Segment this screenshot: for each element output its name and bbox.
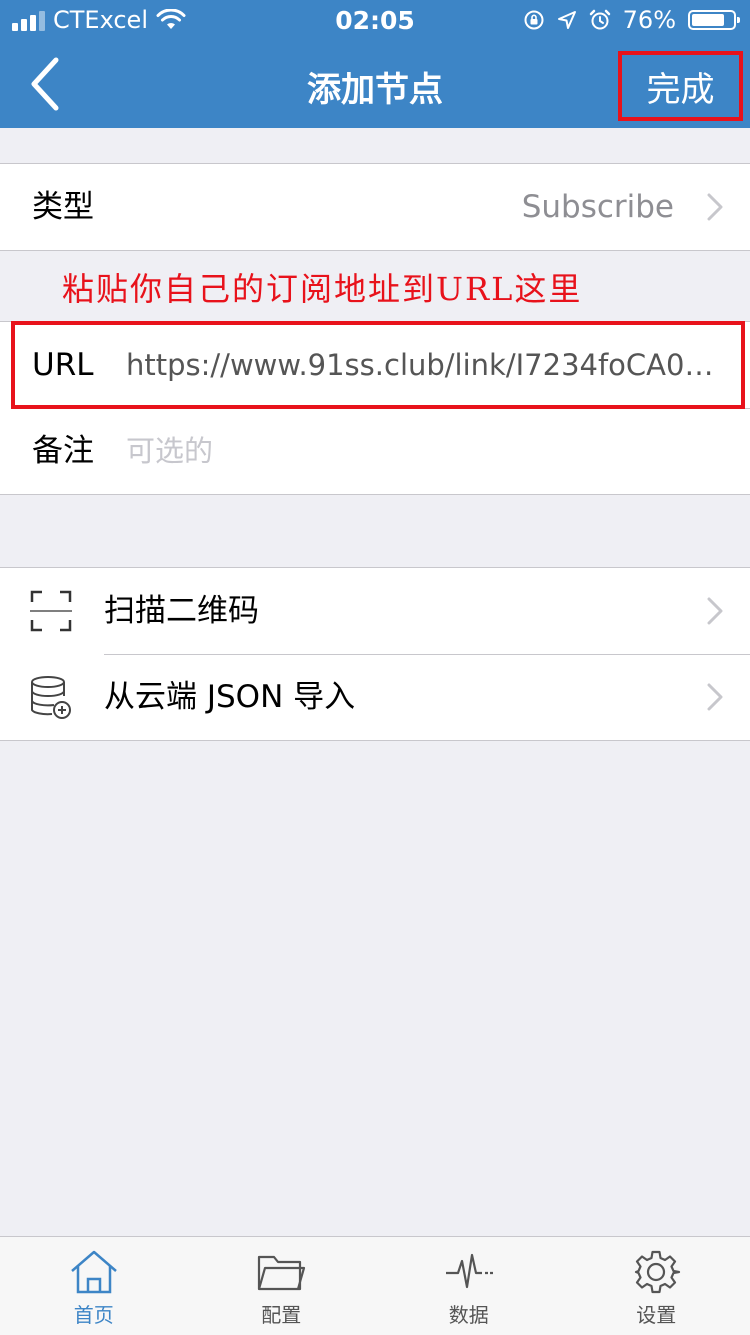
import-json-label: 从云端 JSON 导入 [104, 654, 355, 740]
url-row: URL https://www.91ss.club/link/I7234foCA… [0, 322, 750, 408]
alarm-icon [589, 9, 611, 31]
type-value: Subscribe [522, 164, 674, 250]
import-json-row[interactable]: 从云端 JSON 导入 [0, 654, 750, 740]
tab-data[interactable]: 数据 [375, 1237, 563, 1335]
actions-group: 扫描二维码 从云端 JSON 导入 [0, 567, 750, 741]
tab-settings-label: 设置 [563, 1299, 750, 1328]
note-label: 备注 [32, 408, 94, 494]
url-label: URL [32, 322, 94, 408]
instruction-annotation: 粘贴你自己的订阅地址到URL这里 [62, 264, 582, 310]
type-group: 类型 Subscribe [0, 163, 750, 251]
chevron-right-icon [706, 597, 724, 625]
home-icon [69, 1249, 119, 1295]
location-arrow-icon [557, 10, 577, 30]
url-input[interactable]: https://www.91ss.club/link/I7234foCA0… [126, 322, 716, 408]
tab-home[interactable]: 首页 [0, 1237, 188, 1335]
battery-icon [688, 10, 736, 30]
scan-qr-row[interactable]: 扫描二维码 [0, 568, 750, 654]
status-bar: CTExcel 02:05 76% [0, 0, 750, 40]
tab-home-label: 首页 [0, 1299, 188, 1328]
nav-bar: 添加节点 完成 [0, 40, 750, 128]
scan-qr-label: 扫描二维码 [104, 568, 259, 654]
tab-config-label: 配置 [188, 1299, 376, 1328]
done-button-label: 完成 [647, 62, 715, 111]
note-input[interactable]: 可选的 [126, 408, 716, 494]
rotation-lock-icon [523, 9, 545, 31]
chevron-right-icon [706, 683, 724, 711]
tab-settings[interactable]: 设置 [563, 1237, 750, 1335]
gear-icon [631, 1249, 681, 1295]
done-button[interactable]: 完成 [618, 51, 743, 121]
pulse-icon [444, 1249, 494, 1295]
status-right: 76% [523, 6, 736, 34]
tab-config[interactable]: 配置 [188, 1237, 376, 1335]
chevron-left-icon [26, 54, 66, 114]
folder-icon [256, 1249, 306, 1295]
tab-data-label: 数据 [375, 1299, 563, 1328]
back-button[interactable] [26, 54, 76, 114]
battery-percent: 76% [623, 6, 676, 34]
type-row[interactable]: 类型 Subscribe [0, 164, 750, 250]
chevron-right-icon [706, 193, 724, 221]
tab-bar: 首页 配置 数据 设置 [0, 1236, 750, 1335]
qr-scan-icon [28, 588, 74, 634]
cloud-database-icon [28, 674, 74, 720]
header: CTExcel 02:05 76% [0, 0, 750, 128]
url-group: URL https://www.91ss.club/link/I7234foCA… [0, 321, 750, 495]
note-row: 备注 可选的 [0, 408, 750, 494]
type-label: 类型 [32, 164, 94, 250]
